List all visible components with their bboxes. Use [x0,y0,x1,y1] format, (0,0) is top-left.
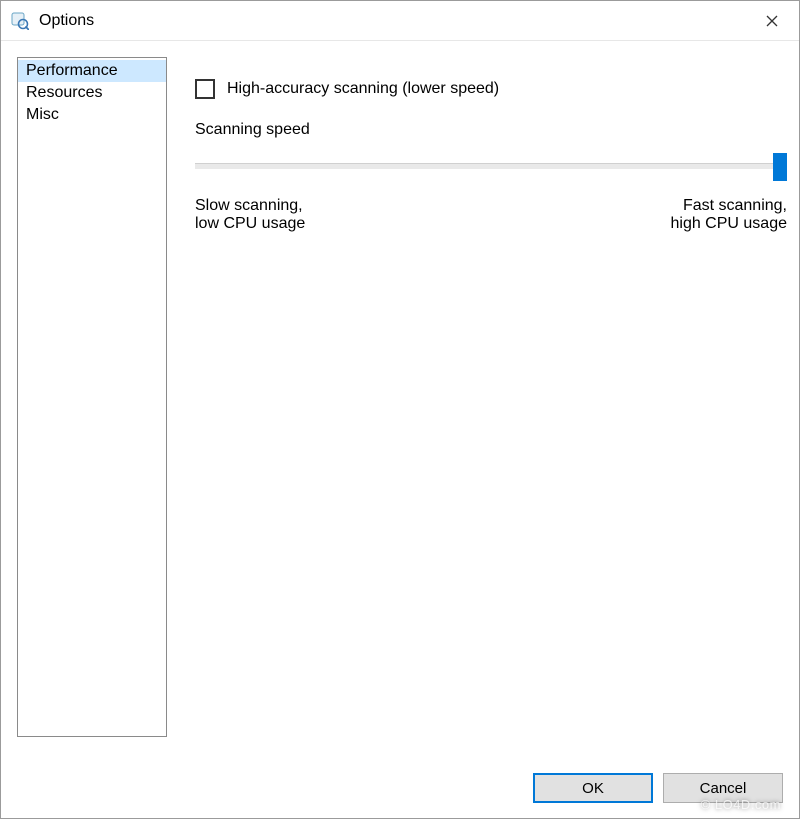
window-title: Options [39,12,747,30]
slider-max-label-line2: high CPU usage [670,215,787,233]
dialog-footer: OK Cancel [1,758,799,818]
titlebar: Options [1,1,799,41]
high-accuracy-label: High-accuracy scanning (lower speed) [227,80,499,98]
scanning-speed-label: Scanning speed [195,121,787,139]
scanning-speed-slider[interactable] [195,153,787,193]
sidebar-item-misc[interactable]: Misc [18,104,166,126]
slider-max-label: Fast scanning, high CPU usage [670,197,787,233]
high-accuracy-checkbox[interactable] [195,79,215,99]
slider-labels: Slow scanning, low CPU usage Fast scanni… [195,197,787,233]
category-list[interactable]: Performance Resources Misc [17,57,167,737]
slider-thumb[interactable] [773,153,787,181]
slider-min-label: Slow scanning, low CPU usage [195,197,305,233]
ok-button-label: OK [582,780,604,797]
sidebar-item-label: Resources [26,84,102,101]
close-button[interactable] [747,2,797,40]
high-accuracy-row: High-accuracy scanning (lower speed) [195,79,787,99]
sidebar-item-resources[interactable]: Resources [18,82,166,104]
settings-panel: High-accuracy scanning (lower speed) Sca… [195,57,787,758]
sidebar-item-performance[interactable]: Performance [18,60,166,82]
close-icon [766,15,778,27]
slider-track [195,163,787,169]
cancel-button-label: Cancel [700,780,747,797]
options-dialog: Options Performance Resources Misc High [0,0,800,819]
app-icon [11,12,29,30]
dialog-body: Performance Resources Misc High-accuracy… [1,41,799,758]
slider-min-label-line2: low CPU usage [195,215,305,233]
cancel-button[interactable]: Cancel [663,773,783,803]
sidebar-item-label: Performance [26,62,118,79]
ok-button[interactable]: OK [533,773,653,803]
sidebar-item-label: Misc [26,106,59,123]
slider-max-label-line1: Fast scanning, [670,197,787,215]
slider-min-label-line1: Slow scanning, [195,197,305,215]
